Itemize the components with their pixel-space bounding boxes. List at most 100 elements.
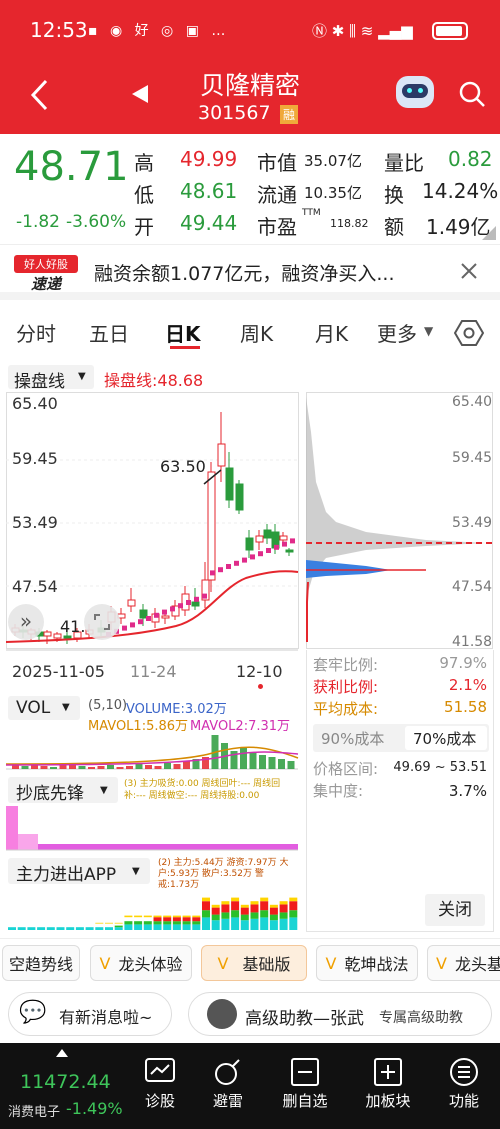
- chip-blue: [306, 560, 391, 578]
- fullscreen-icon[interactable]: [84, 604, 120, 640]
- sector-name[interactable]: 消费电子: [8, 1101, 60, 1120]
- force-bar: [114, 925, 123, 928]
- caret-up-icon: [56, 1049, 68, 1057]
- price-change-pct: -3.60%: [66, 212, 127, 232]
- x-label-start: 2025-11-05: [12, 662, 105, 681]
- news-text: 融资余额1.077亿元，融资净买入...: [94, 263, 395, 285]
- volume-bar: [164, 763, 171, 769]
- cost-dot: [170, 606, 175, 612]
- status-bar: 12:53 ▪ ◉ 好 ◎ ▣ … Ⓝ ✱ ⫼ ≋ ▂▄▆: [0, 0, 500, 60]
- tab-monthly-k[interactable]: 月K: [315, 318, 348, 347]
- vip-v-icon: V: [325, 953, 337, 973]
- nav-add-sector[interactable]: 加板块: [358, 1058, 418, 1111]
- volume-bar: [268, 757, 276, 769]
- cost-dot: [226, 564, 231, 569]
- cost-90-tab[interactable]: 90%成本: [321, 728, 384, 749]
- volume-bar: [278, 759, 285, 769]
- amount-value: 1.49亿: [426, 215, 491, 239]
- status-time: 12:53: [30, 18, 88, 42]
- volume-bar: [40, 766, 48, 769]
- strategy-leader-base[interactable]: V 龙头基: [427, 945, 500, 981]
- close-chip-button[interactable]: 关闭: [425, 894, 485, 926]
- tab-weekly-k[interactable]: 周K: [240, 318, 273, 347]
- news-banner[interactable]: 好人好股 速递 融资余额1.077亿元，融资净买入...: [0, 244, 500, 300]
- trapped-label: 套牢比例:: [313, 656, 379, 674]
- cost-dot: [154, 612, 159, 618]
- close-icon[interactable]: [460, 262, 478, 280]
- teacher-pill[interactable]: 高级助教—张武 专属高级助教: [188, 992, 492, 1036]
- expand-left-icon[interactable]: »: [8, 604, 44, 640]
- bottom-fish-select[interactable]: 抄底先锋 ▼: [8, 777, 118, 804]
- pe-value: 118.82: [330, 217, 369, 230]
- strategy-basic[interactable]: V 基础版: [201, 945, 307, 981]
- search-icon[interactable]: [458, 80, 486, 108]
- force-bar: [269, 904, 278, 908]
- cost-dot: [178, 603, 183, 609]
- float-value: 10.35亿: [304, 184, 362, 202]
- force-bar: [95, 922, 104, 924]
- indicator-value: 操盘线:48.68: [104, 371, 204, 390]
- volume-bar: [287, 761, 295, 769]
- concentration-label: 集中度:: [313, 782, 364, 800]
- force-bar: [289, 910, 298, 918]
- tab-daily-k[interactable]: 日K: [165, 318, 201, 347]
- force-bar: [240, 907, 249, 915]
- strategy-leader-trial[interactable]: V 龙头体验: [90, 945, 192, 981]
- indicator-select[interactable]: 操盘线 ▼: [8, 365, 94, 392]
- vol-select[interactable]: VOL ▼: [8, 696, 80, 720]
- force-bar: [153, 915, 162, 918]
- system-icons: Ⓝ ✱ ⫼ ≋ ▂▄▆: [312, 22, 413, 40]
- force-bar: [192, 921, 201, 925]
- chip-y-tick-5: 41.58: [452, 634, 493, 650]
- new-message-pill[interactable]: 💬 有新消息啦~: [8, 992, 172, 1036]
- force-bar: [269, 920, 278, 930]
- volume-bar: [259, 755, 266, 769]
- volume-bar: [249, 753, 257, 769]
- index-value[interactable]: 11472.44: [20, 1071, 111, 1093]
- k-chart[interactable]: [6, 392, 300, 692]
- force-bar: [250, 912, 259, 919]
- cost-dot: [202, 593, 207, 599]
- nav-remove-watch[interactable]: 删自选: [275, 1058, 335, 1111]
- cost-dot: [242, 557, 247, 563]
- pe-label: 市盈: [257, 215, 297, 239]
- force-bar: [134, 915, 143, 918]
- nav-diagnose[interactable]: 诊股: [130, 1058, 190, 1111]
- tab-five-day[interactable]: 五日: [89, 318, 129, 347]
- settings-hex-icon[interactable]: [454, 318, 484, 348]
- force-bar: [202, 910, 210, 918]
- force-bar: [182, 917, 191, 922]
- title-bar: 贝隆精密 301567 融: [0, 60, 500, 134]
- cost-dot: [162, 609, 167, 615]
- force-bar: [279, 918, 288, 930]
- force-bar: [153, 921, 162, 925]
- tab-intraday[interactable]: 分时: [16, 318, 56, 347]
- force-bar: [182, 924, 191, 930]
- volume-bar: [107, 765, 114, 769]
- force-bar: [231, 901, 240, 911]
- candle: [279, 535, 288, 541]
- cost-dot: [250, 554, 255, 560]
- force-bar: [172, 915, 181, 918]
- volume-bar: [59, 765, 67, 769]
- force-bar: [105, 922, 113, 924]
- candle: [139, 609, 148, 619]
- force-bar: [289, 901, 298, 911]
- turnover-value: 14.24%: [422, 179, 499, 203]
- robot-assistant-icon[interactable]: [396, 76, 434, 108]
- force-bar: [163, 921, 172, 925]
- cost-dot: [186, 600, 191, 605]
- strategy-short-trend[interactable]: 空趋势线: [2, 945, 80, 981]
- force-bar: [289, 917, 298, 930]
- force-bar: [134, 924, 143, 930]
- price-range-value: 49.69 ~ 53.51: [393, 760, 487, 775]
- strategy-qiankun[interactable]: V 乾坤战法: [316, 945, 418, 981]
- cost-70-tab[interactable]: 70%成本: [413, 728, 476, 749]
- tab-more[interactable]: 更多: [377, 318, 417, 347]
- expand-corner-icon[interactable]: [482, 226, 496, 240]
- x-label-end: 12-10: [236, 662, 283, 681]
- cost-toggle: 90%成本 70%成本: [313, 724, 489, 752]
- news-logo: 好人好股 速递: [14, 255, 78, 293]
- nav-avoid-mine[interactable]: 避雷: [198, 1058, 258, 1111]
- nav-functions[interactable]: 功能: [434, 1058, 494, 1111]
